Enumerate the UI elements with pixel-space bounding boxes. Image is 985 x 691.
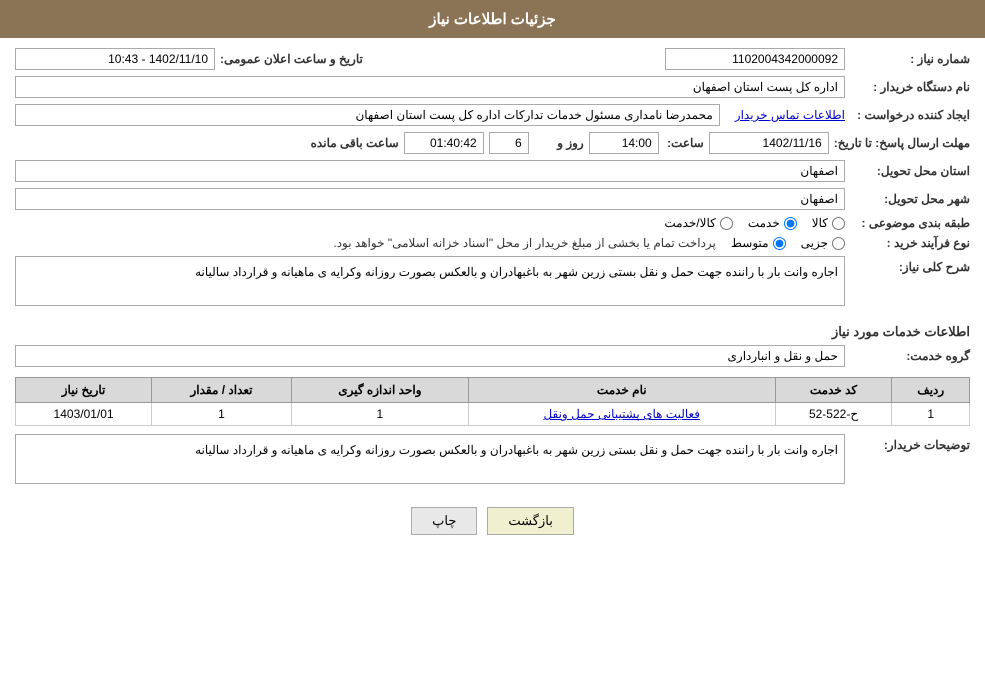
shomareNiaz-value: 1102004342000092 bbox=[665, 48, 845, 70]
cell-vahedAndaze: 1 bbox=[291, 403, 468, 426]
col-namKhadamat: نام خدمت bbox=[468, 378, 775, 403]
mohlatRoz-value: 6 bbox=[489, 132, 529, 154]
back-button[interactable]: بازگشت bbox=[487, 507, 573, 535]
tabebandi-label: طبقه بندی موضوعی : bbox=[850, 216, 970, 230]
ijadKonande-label: ایجاد کننده درخواست : bbox=[850, 108, 970, 122]
sharhKolli-label: شرح کلی نیاز: bbox=[850, 256, 970, 274]
noeFarayand-jozi[interactable]: جزیی bbox=[801, 236, 845, 250]
cell-radif: 1 bbox=[892, 403, 970, 426]
noeFarayand-group: جزیی متوسط bbox=[731, 236, 845, 250]
grohKhadamat-value: حمل و نقل و انبارداری bbox=[15, 345, 845, 367]
tarikh-value: 1402/11/10 - 10:43 bbox=[15, 48, 215, 70]
cell-namKhadamat[interactable]: فعالیت های پشتیبانی حمل ونقل bbox=[468, 403, 775, 426]
توضیحات-label: توضیحات خریدار: bbox=[850, 434, 970, 452]
توضیحات-value: اجاره وانت بار با راننده جهت حمل و نقل ب… bbox=[15, 434, 845, 484]
col-radif: ردیف bbox=[892, 378, 970, 403]
sharhKolli-value: اجاره وانت بار با راننده جهت حمل و نقل ب… bbox=[15, 256, 845, 306]
tabebandi-group: کالا خدمت کالا/خدمت bbox=[664, 216, 845, 230]
cell-tarikhNiaz: 1403/01/01 bbox=[16, 403, 152, 426]
ijadKonande-value: محمدرضا نامداری مسئول خدمات تداركات ادار… bbox=[15, 104, 720, 126]
tabebandi-kala[interactable]: کالا bbox=[812, 216, 845, 230]
services-table: ردیف کد خدمت نام خدمت واحد اندازه گیری ت… bbox=[15, 377, 970, 426]
tarikh-label: تاریخ و ساعت اعلان عمومی: bbox=[220, 52, 363, 66]
shahrTahvil-value: اصفهان bbox=[15, 188, 845, 210]
mohlatDate-value: 1402/11/16 bbox=[709, 132, 829, 154]
col-vahedAndaze: واحد اندازه گیری bbox=[291, 378, 468, 403]
mohlatBaqi-label: ساعت باقی مانده bbox=[309, 136, 399, 150]
noeFarayand-motavaset[interactable]: متوسط bbox=[731, 236, 786, 250]
cell-tedadMeqdar: 1 bbox=[152, 403, 292, 426]
col-tarikhNiaz: تاریخ نیاز bbox=[16, 378, 152, 403]
col-kodKhadamat: کد خدمت bbox=[775, 378, 892, 403]
namDastgah-value: اداره کل پست استان اصفهان bbox=[15, 76, 845, 98]
ostanTahvil-value: اصفهان bbox=[15, 160, 845, 182]
mohlatIrsal-label: مهلت ارسال پاسخ: تا تاریخ: bbox=[834, 136, 970, 150]
mohlatSaat-value: 14:00 bbox=[589, 132, 659, 154]
print-button[interactable]: چاپ bbox=[411, 507, 477, 535]
mohlatRoz-label: روز و bbox=[534, 136, 584, 150]
shahrTahvil-label: شهر محل تحویل: bbox=[850, 192, 970, 206]
noeFarayand-label: نوع فرآیند خرید : bbox=[850, 236, 970, 250]
mohlatSaat-label: ساعت: bbox=[664, 136, 704, 150]
page-title: جزئیات اطلاعات نیاز bbox=[0, 0, 985, 38]
ostanTahvil-label: استان محل تحویل: bbox=[850, 164, 970, 178]
namDastgah-label: نام دستگاه خریدار : bbox=[850, 80, 970, 94]
buttons-row: بازگشت چاپ bbox=[15, 507, 970, 535]
mohlatBaqi-value: 01:40:42 bbox=[404, 132, 484, 154]
ettelaatKhadamat-title: اطلاعات خدمات مورد نیاز bbox=[15, 324, 970, 340]
cell-kodKhadamat: ح-522-52 bbox=[775, 403, 892, 426]
shomareNiaz-label: شماره نیاز : bbox=[850, 52, 970, 66]
table-row: 1 ح-522-52 فعالیت های پشتیبانی حمل ونقل … bbox=[16, 403, 970, 426]
ettelaat-link[interactable]: اطلاعات تماس خریدار bbox=[735, 108, 845, 122]
tabebandi-khedmat[interactable]: خدمت bbox=[748, 216, 797, 230]
noeFarayand-note: پرداخت تمام یا بخشی از مبلغ خریدار از مح… bbox=[333, 236, 716, 250]
tabebandi-kala-khedmat[interactable]: کالا/خدمت bbox=[664, 216, 732, 230]
grohKhadamat-label: گروه خدمت: bbox=[850, 349, 970, 363]
col-tedadMeqdar: تعداد / مقدار bbox=[152, 378, 292, 403]
